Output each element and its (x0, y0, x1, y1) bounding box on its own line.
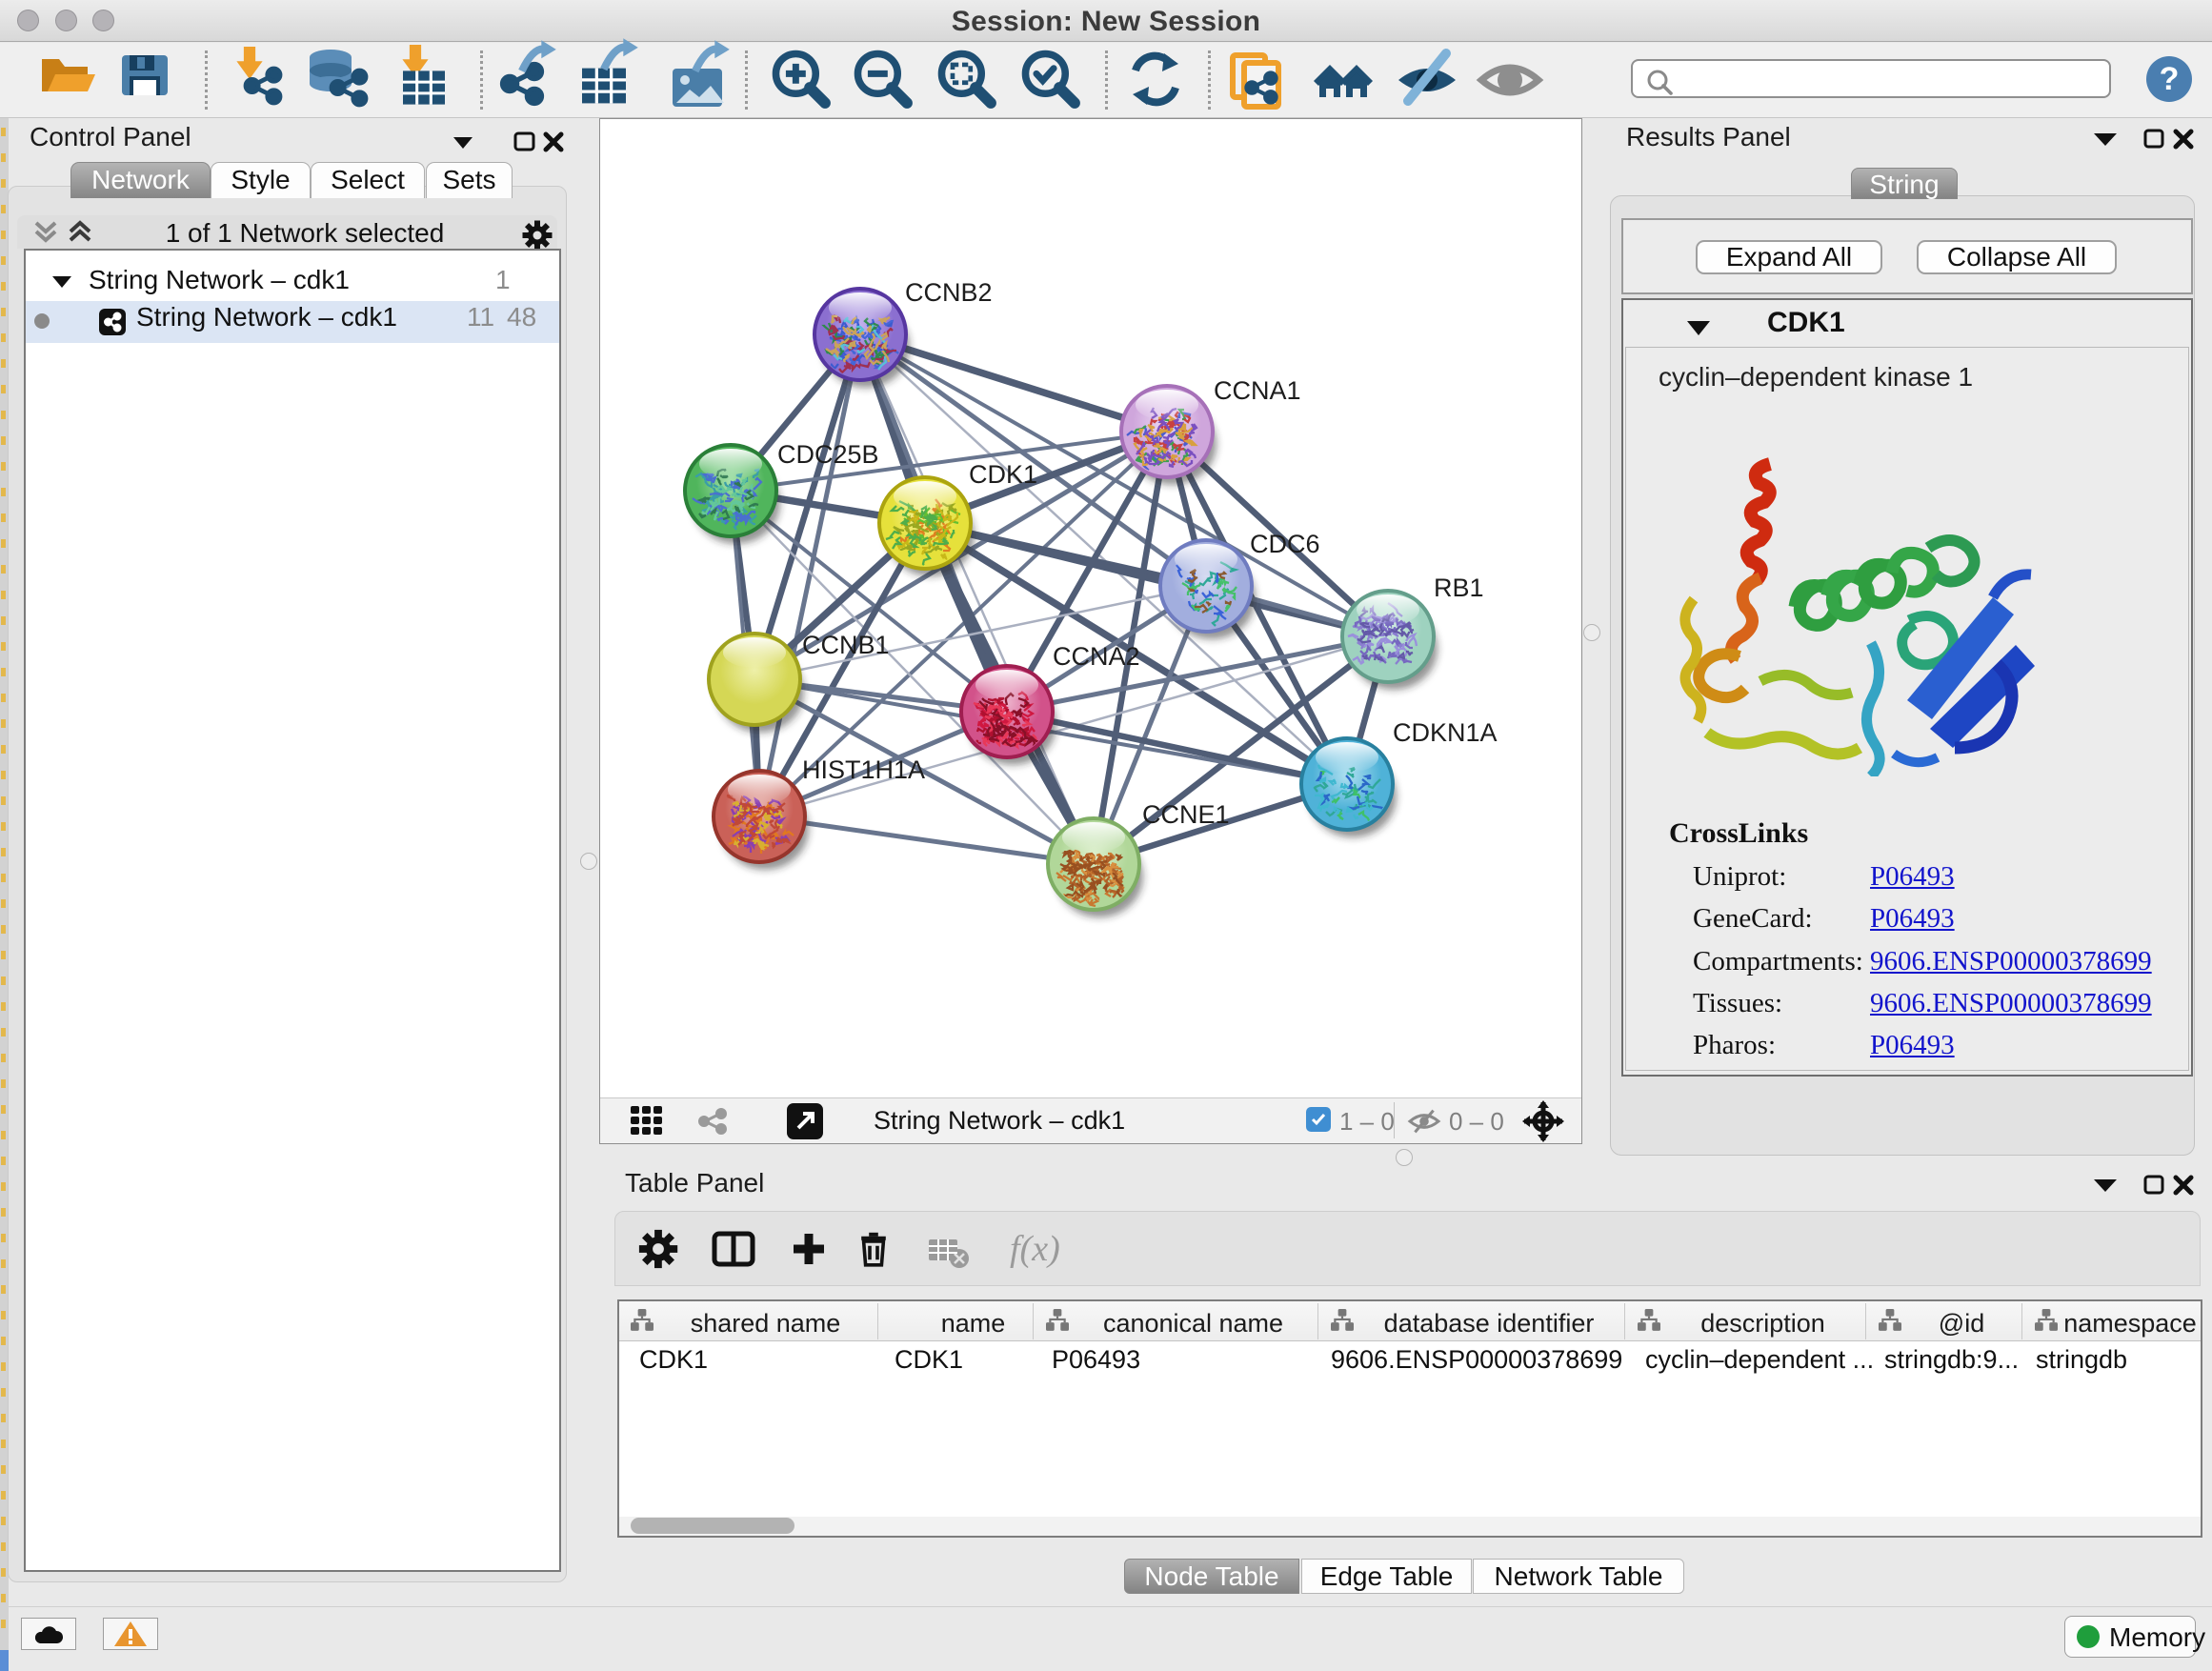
svg-text:CCNE1: CCNE1 (1142, 800, 1230, 829)
svg-text:CDC6: CDC6 (1250, 530, 1320, 558)
svg-text:RB1: RB1 (1434, 574, 1484, 602)
svg-text:CDKN1A: CDKN1A (1393, 718, 1498, 747)
svg-text:CCNB1: CCNB1 (802, 631, 890, 659)
svg-text:CDC25B: CDC25B (777, 440, 879, 469)
svg-text:CDK1: CDK1 (969, 460, 1037, 489)
svg-text:HIST1H1A: HIST1H1A (802, 755, 925, 784)
svg-text:f(x): f(x) (1010, 1229, 1060, 1269)
svg-text:CCNB2: CCNB2 (905, 278, 993, 307)
svg-text:CCNA1: CCNA1 (1214, 376, 1301, 405)
svg-text:CCNA2: CCNA2 (1053, 642, 1140, 671)
